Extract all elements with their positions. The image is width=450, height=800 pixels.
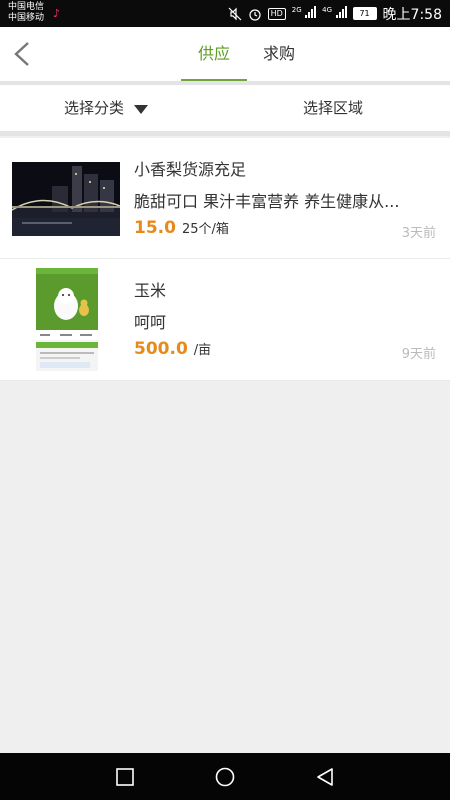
filter-bar: 选择分类 选择区域 [0, 85, 450, 136]
tab-supply[interactable]: 供应 [181, 27, 247, 81]
listing-description: 呵呵 [134, 313, 167, 332]
signal-bars-icon [335, 6, 347, 18]
clock: 晚上7:58 [382, 6, 442, 23]
tab-demand[interactable]: 求购 [250, 27, 308, 81]
list-item[interactable]: 小香梨货源充足 脆甜可口 果汁丰富营养 养生健康从... 15.0 25个/箱 3… [0, 138, 450, 259]
listing-unit: 25个/箱 [181, 222, 229, 237]
listing-title: 玉米 [134, 281, 167, 300]
listing-title: 小香梨货源充足 [134, 160, 247, 179]
hd-badge: HD [267, 7, 286, 20]
listing-description: 脆甜可口 果汁丰富营养 养生健康从... [134, 192, 400, 211]
listing-price-value: 500.0 [134, 339, 188, 359]
listing-time: 3天前 [401, 226, 436, 241]
active-tab-indicator [181, 79, 247, 81]
listing-thumbnail [36, 268, 98, 371]
home-icon[interactable] [215, 767, 235, 787]
mute-icon [228, 7, 242, 20]
signal-1: 2G [291, 6, 317, 21]
carrier-1: 中国电信 [8, 2, 45, 12]
listing-time: 9天前 [401, 347, 436, 362]
tiktok-icon: ♪ [53, 7, 61, 20]
carrier-2: 中国移动 [8, 13, 45, 23]
listing-thumbnail [12, 162, 120, 236]
listing-price: 500.0/亩 [134, 339, 211, 359]
battery-indicator: 71 [352, 7, 377, 20]
status-bar: 中国电信 中国移动 ♪ HD 2G 4G 71 晚上7:58 [0, 0, 450, 27]
dropdown-caret-icon [134, 104, 149, 114]
alarm-icon [248, 8, 261, 21]
system-nav-bar [0, 753, 450, 800]
listing-list: 小香梨货源充足 脆甜可口 果汁丰富营养 养生健康从... 15.0 25个/箱 3… [0, 138, 450, 381]
chevron-left-icon[interactable] [12, 41, 32, 67]
header: 供应 求购 [0, 27, 450, 85]
listing-price-value: 15.0 [134, 218, 176, 238]
tab-demand-label: 求购 [262, 44, 295, 63]
listing-price: 15.0 25个/箱 [134, 218, 229, 238]
signal-bars-icon [305, 6, 317, 18]
network-type-1: 2G [291, 6, 302, 14]
list-item[interactable]: 玉米 呵呵 500.0/亩 9天前 [0, 259, 450, 381]
recent-apps-icon[interactable] [115, 767, 135, 787]
status-icons: HD 2G 4G 71 晚上7:58 [228, 4, 442, 23]
back-icon[interactable] [315, 767, 335, 787]
signal-2: 4G [322, 6, 347, 21]
region-filter[interactable]: 选择区域 [303, 85, 363, 131]
category-filter[interactable]: 选择分类 [64, 85, 149, 131]
region-filter-label: 选择区域 [303, 99, 364, 117]
category-filter-label: 选择分类 [64, 99, 125, 117]
carrier-info: 中国电信 中国移动 [8, 2, 44, 24]
listing-unit: /亩 [193, 343, 212, 358]
tab-supply-label: 供应 [197, 44, 230, 63]
network-type-2: 4G [322, 6, 333, 14]
